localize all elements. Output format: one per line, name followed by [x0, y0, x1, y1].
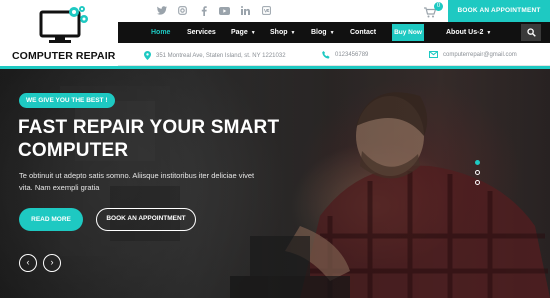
nav-item-page[interactable]: Page ▼ [231, 22, 256, 43]
nav-label: Contact [350, 29, 377, 36]
next-slide-button[interactable]: › [43, 254, 61, 272]
social-links [156, 5, 272, 16]
prev-slide-button[interactable]: ‹ [19, 254, 37, 272]
slider-dot[interactable] [475, 170, 480, 175]
hero-tag: WE GIVE YOU THE BEST ! [19, 93, 115, 108]
logo[interactable]: COMPUTER REPAIR [0, 0, 118, 66]
read-more-button[interactable]: READ MORE [19, 208, 83, 231]
facebook-icon[interactable] [198, 5, 209, 16]
slider-dots [475, 160, 480, 185]
email-text: computerrepair@gmail.com [443, 51, 517, 58]
cart-button[interactable]: 0 [424, 2, 443, 19]
slider-dot[interactable] [475, 160, 480, 165]
youtube-icon[interactable] [219, 5, 230, 16]
phone-icon [322, 51, 330, 59]
email-icon [429, 51, 438, 58]
nav-label: Page [231, 29, 248, 36]
chevron-down-icon: ▼ [250, 30, 256, 36]
book-appointment-button[interactable]: BOOK AN APPOINTMENT [448, 0, 550, 22]
nav-item-services[interactable]: Services [187, 22, 216, 43]
chevron-down-icon: ▼ [290, 30, 296, 36]
cart-count-badge: 0 [434, 2, 443, 11]
phone-info[interactable]: 0123456789 [322, 51, 368, 59]
nav-item-blog[interactable]: Blog ▼ [311, 22, 335, 43]
instagram-icon[interactable] [177, 5, 188, 16]
nav-label: Blog [311, 29, 327, 36]
buy-now-button[interactable]: Buy Now [392, 24, 424, 41]
accent-line [0, 66, 550, 69]
nav-item-home[interactable]: Home [151, 22, 170, 43]
slider-dot[interactable] [475, 180, 480, 185]
hero-subtitle: Te obtinuit ut adepto satis somno. Aliis… [19, 171, 255, 192]
page-bottom [0, 298, 550, 306]
chevron-down-icon: ▼ [329, 30, 335, 36]
contact-strip: 351 Montreal Ave, Staten Island, st. NY … [118, 43, 550, 66]
nav-label: Services [187, 29, 216, 36]
address-text: 351 Montreal Ave, Staten Island, st. NY … [156, 52, 286, 59]
nav-item-contact[interactable]: Contact [350, 22, 376, 43]
chevron-down-icon: ▼ [486, 30, 492, 36]
linkedin-icon[interactable] [240, 5, 251, 16]
search-icon [527, 28, 536, 37]
main-nav: Home Services Page ▼ Shop ▼ Blog ▼ Contact … [118, 22, 550, 43]
nav-label: About Us-2 [446, 29, 484, 36]
hero-slider: WE GIVE YOU THE BEST ! FAST REPAIR YOUR … [0, 66, 550, 298]
top-bar: 0 BOOK AN APPOINTMENT [118, 0, 550, 22]
nav-item-about[interactable]: About Us-2 ▼ [446, 22, 491, 43]
brand-name: COMPUTER REPAIR [12, 50, 116, 62]
nav-item-shop[interactable]: Shop ▼ [270, 22, 295, 43]
hero-book-appointment-button[interactable]: BOOK AN APPOINTMENT [96, 208, 196, 231]
monitor-gears-icon [39, 6, 88, 43]
address-info: 351 Montreal Ave, Staten Island, st. NY … [144, 51, 286, 60]
email-info[interactable]: computerrepair@gmail.com [429, 51, 517, 58]
nav-label: Home [151, 29, 171, 36]
chevron-left-icon: ‹ [26, 257, 30, 267]
vk-icon[interactable] [261, 5, 272, 16]
chevron-right-icon: › [50, 257, 54, 267]
phone-text: 0123456789 [335, 52, 369, 58]
nav-label: Shop [270, 29, 288, 36]
twitter-icon[interactable] [156, 5, 167, 16]
hero-title: FAST REPAIR YOUR SMART COMPUTER [18, 117, 280, 161]
search-button[interactable] [521, 24, 541, 41]
map-pin-icon [144, 51, 151, 60]
